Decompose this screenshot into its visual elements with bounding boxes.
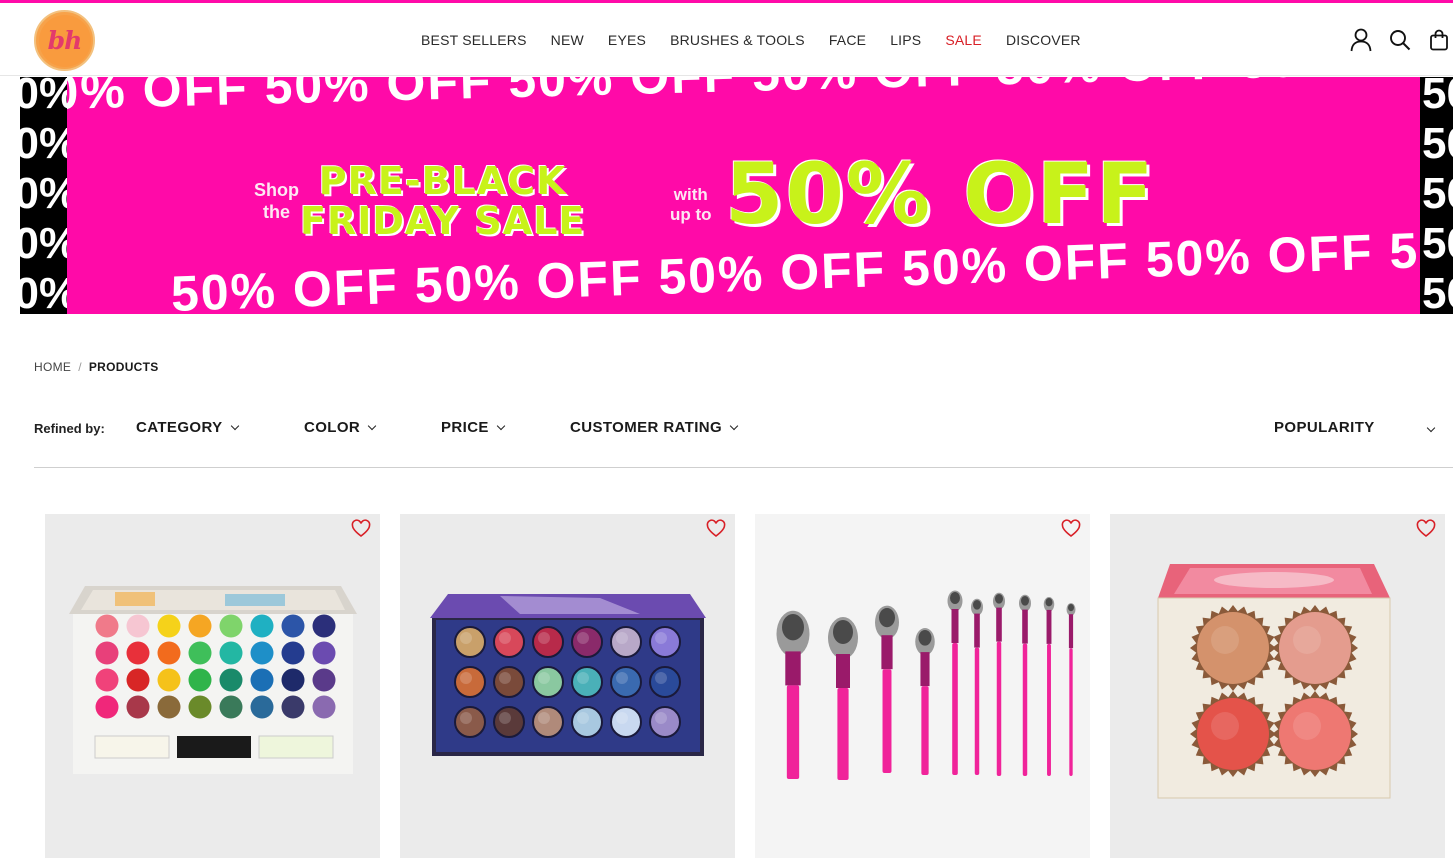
nav-item-eyes[interactable]: EYES (608, 32, 646, 48)
nav-item-discover[interactable]: DISCOVER (1006, 32, 1081, 48)
nav-item-new[interactable]: NEW (551, 32, 584, 48)
breadcrumb: HOME / PRODUCTS (34, 360, 159, 374)
filter-customer-rating-label: CUSTOMER RATING (570, 419, 723, 436)
banner-sale-title: PRE-BLACK FRIDAY SALE (300, 159, 586, 243)
filter-color-label: COLOR (304, 419, 361, 436)
banner-side-right: 50% OFF50% OFF50% OFF50% OFF50% OFF (1420, 77, 1453, 314)
breadcrumb-separator: / (78, 360, 82, 374)
main-nav: BEST SELLERS NEW EYES BRUSHES & TOOLS FA… (409, 3, 1093, 76)
product-image (45, 514, 380, 858)
bag-icon[interactable] (1425, 26, 1453, 54)
banner-side-right-text: 50% OFF50% OFF50% OFF50% OFF50% OFF (1422, 77, 1453, 314)
wishlist-heart-icon[interactable] (1061, 519, 1081, 539)
chevron-down-icon (1426, 423, 1436, 433)
nav-item-best-sellers[interactable]: BEST SELLERS (421, 32, 527, 48)
breadcrumb-home[interactable]: HOME (34, 360, 71, 374)
product-image (400, 514, 735, 858)
account-icon[interactable] (1347, 26, 1375, 54)
nav-item-brushes-tools[interactable]: BRUSHES & TOOLS (670, 32, 805, 48)
product-card-rainbow-palette[interactable] (45, 514, 380, 858)
chevron-down-icon (496, 421, 506, 430)
filter-category[interactable]: CATEGORY (136, 419, 239, 436)
search-icon[interactable] (1386, 26, 1414, 54)
breadcrumb-current: PRODUCTS (88, 360, 159, 374)
site-header: bh BEST SELLERS NEW EYES BRUSHES & TOOLS… (0, 3, 1453, 76)
brand-logo[interactable]: bh (34, 10, 95, 71)
product-card-blush-palette[interactable] (1110, 514, 1445, 858)
banner-side-left-text: 50% OFF50% OFF50% OFF50% OFF50% OFF (20, 77, 67, 314)
sort-select[interactable]: POPULARITY (1274, 419, 1436, 436)
filter-price-label: PRICE (441, 419, 489, 436)
header-actions (1336, 3, 1453, 76)
banner-offer: 50% OFF (725, 145, 1156, 243)
filter-bar: Refined by: CATEGORY COLOR PRICE CUSTOME… (34, 410, 1453, 468)
filter-customer-rating[interactable]: CUSTOMER RATING (570, 419, 739, 436)
product-card-brush-set[interactable] (755, 514, 1090, 858)
nav-item-lips[interactable]: LIPS (890, 32, 921, 48)
banner-shop-text: Shop the (254, 180, 299, 222)
chevron-down-icon (367, 421, 377, 430)
product-image (755, 514, 1090, 858)
banner-with-text: with up to (670, 185, 712, 224)
wishlist-heart-icon[interactable] (351, 519, 371, 539)
filter-price[interactable]: PRICE (441, 419, 506, 436)
product-card-galaxy-palette[interactable] (400, 514, 735, 858)
filter-category-label: CATEGORY (136, 419, 223, 436)
sort-value: POPULARITY (1274, 419, 1375, 436)
refined-by-label: Refined by: (34, 421, 105, 436)
nav-item-face[interactable]: FACE (829, 32, 866, 48)
promo-banner[interactable]: 50% OFF 50% OFF 50% OFF 50% OFF 50% OFF … (20, 77, 1453, 314)
product-grid (45, 514, 1445, 858)
wishlist-heart-icon[interactable] (1416, 519, 1436, 539)
chevron-down-icon (230, 421, 239, 430)
brand-logo-text: bh (38, 14, 91, 67)
banner-strip-top: 50% OFF 50% OFF 50% OFF 50% OFF 50% OFF … (20, 77, 1346, 122)
filter-color[interactable]: COLOR (304, 419, 377, 436)
wishlist-heart-icon[interactable] (706, 519, 726, 539)
product-image (1110, 514, 1445, 858)
chevron-down-icon (729, 421, 739, 430)
banner-side-left: 50% OFF50% OFF50% OFF50% OFF50% OFF (20, 77, 67, 314)
nav-item-sale[interactable]: SALE (945, 32, 982, 48)
